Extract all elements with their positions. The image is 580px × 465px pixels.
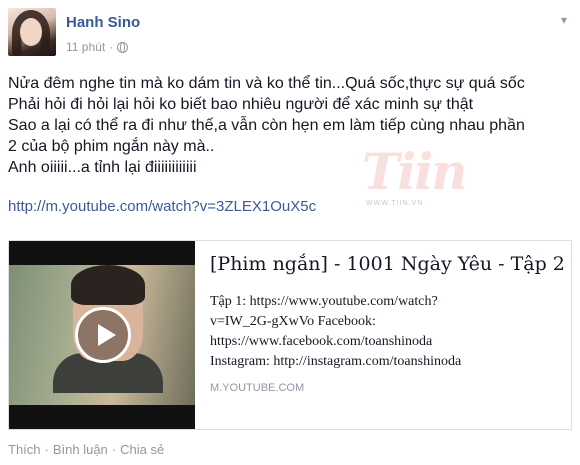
- comment-link[interactable]: Bình luận: [53, 442, 108, 457]
- post-actions: Thích · Bình luận · Chia sẻ: [8, 442, 164, 457]
- post-line: Sao a lại có thể ra đi như thế,a vẫn còn…: [8, 117, 525, 134]
- card-description: Tập 1: https://www.youtube.com/watch? v=…: [210, 292, 565, 372]
- share-link[interactable]: Chia sẻ: [120, 442, 164, 457]
- card-body: [Phim ngắn] - 1001 Ngày Yêu - Tập 2 Tập …: [210, 251, 565, 394]
- author-name[interactable]: Hanh Sino: [66, 14, 140, 31]
- card-desc-line: https://www.facebook.com/toanshinoda: [210, 334, 433, 349]
- card-title[interactable]: [Phim ngắn] - 1001 Ngày Yêu - Tập 2: [210, 251, 565, 278]
- action-separator: ·: [44, 442, 49, 457]
- avatar-face: [20, 18, 42, 46]
- chevron-down-icon[interactable]: ▾: [556, 12, 572, 28]
- post-line: Phải hỏi đi hỏi lại hỏi ko biết bao nhiê…: [8, 96, 474, 113]
- avatar[interactable]: [8, 8, 56, 56]
- thumbnail-person-hair: [71, 265, 145, 305]
- watermark-logo: Tiin WWW.TIIN.VN: [352, 142, 492, 212]
- post-time[interactable]: 11 phút: [66, 40, 105, 54]
- post-header: Hanh Sino 11 phút · ▾: [8, 8, 572, 60]
- card-domain: M.YOUTUBE.COM: [210, 382, 305, 394]
- meta-separator: ·: [109, 40, 114, 54]
- watermark-subtext: WWW.TIIN.VN: [366, 200, 424, 207]
- action-separator: ·: [111, 442, 117, 457]
- shared-link-card[interactable]: [Phim ngắn] - 1001 Ngày Yêu - Tập 2 Tập …: [8, 240, 572, 430]
- post-line: Nửa đêm nghe tin mà ko dám tin và ko thể…: [8, 75, 525, 92]
- card-desc-line: v=IW_2G-gXwVo Facebook:: [210, 314, 376, 329]
- watermark-text: Tiin: [362, 142, 468, 201]
- video-thumbnail[interactable]: [9, 241, 195, 429]
- card-desc-line: Instagram: http://instagram.com/toanshin…: [210, 354, 462, 369]
- post-link[interactable]: http://m.youtube.com/watch?v=3ZLEX1OuX5c: [8, 198, 316, 215]
- card-desc-line: Tập 1: https://www.youtube.com/watch?: [210, 294, 438, 309]
- post-meta: 11 phút ·: [66, 40, 129, 54]
- like-link[interactable]: Thích: [8, 442, 41, 457]
- play-icon[interactable]: [75, 307, 131, 363]
- globe-icon[interactable]: [117, 41, 129, 53]
